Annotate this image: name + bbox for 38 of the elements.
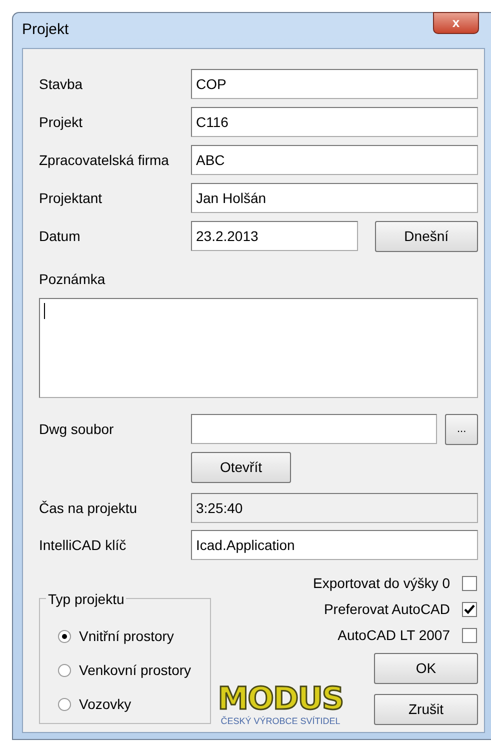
radio-label: Venkovní prostory <box>79 660 192 680</box>
radio-button[interactable] <box>58 664 71 676</box>
text-field[interactable]: COP <box>191 69 478 99</box>
text-cursor <box>44 303 45 319</box>
logo-tagline: ČESKÝ VÝROBCE SVÍTIDEL <box>220 714 340 728</box>
radio-label: Vnitřní prostory <box>79 626 174 646</box>
text-field[interactable] <box>191 414 438 444</box>
field-label: IntelliCAD klíč <box>39 536 128 554</box>
field-label: Dwg soubor <box>39 420 115 439</box>
text-field[interactable]: ABC <box>191 145 478 175</box>
browse-button[interactable]: ... <box>445 414 478 444</box>
field-label: Projektant <box>39 188 104 208</box>
checkbox[interactable] <box>462 602 477 616</box>
field-label: Datum <box>39 226 82 246</box>
radio-button[interactable] <box>58 630 71 642</box>
open-button[interactable]: Otevřít <box>191 452 291 482</box>
ok-button[interactable]: OK <box>374 653 478 684</box>
checkbox-label: Preferovat AutoCAD <box>324 600 450 618</box>
cancel-button[interactable]: Zrušit <box>374 694 478 725</box>
checkbox[interactable] <box>462 628 477 642</box>
radio-label: Vozovky <box>79 694 132 714</box>
text-field[interactable]: C116 <box>191 107 478 137</box>
logo-text: MODUS <box>218 682 344 714</box>
note-field[interactable] <box>39 298 478 398</box>
field-label: Zpracovatelská firma <box>39 150 170 170</box>
window-title: Projekt <box>22 20 69 40</box>
text-field[interactable]: 23.2.2013 <box>191 221 358 251</box>
field-label: Čas na projektu <box>39 498 138 518</box>
checkbox-label: Exportovat do výšky 0 <box>313 574 450 593</box>
today-button[interactable]: Dnešní <box>374 220 478 252</box>
field-label: Stavba <box>39 74 84 94</box>
radio-button[interactable] <box>58 698 71 710</box>
checkbox-label: AutoCAD LT 2007 <box>338 626 450 644</box>
checkbox[interactable] <box>462 576 477 590</box>
text-field[interactable]: Icad.Application <box>191 530 478 560</box>
text-field[interactable]: Jan Holšán <box>191 183 478 213</box>
field-label: Projekt <box>39 112 84 132</box>
note-label: Poznámka <box>39 270 106 289</box>
